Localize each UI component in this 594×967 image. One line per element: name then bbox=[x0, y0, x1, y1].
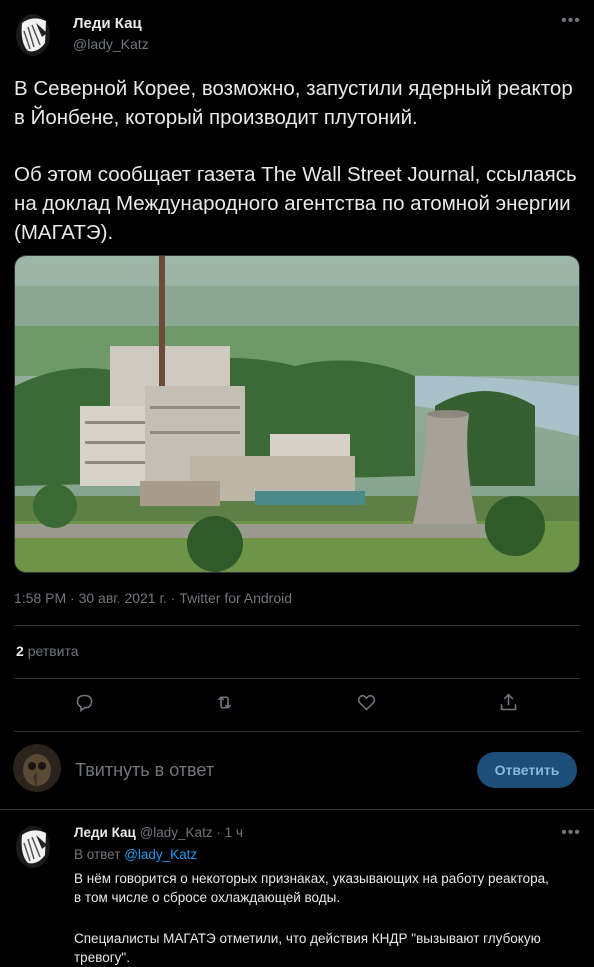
divider bbox=[14, 678, 580, 679]
tweet-paragraph-2: Об этом сообщает газета The Wall Street … bbox=[14, 163, 577, 244]
reply-paragraph-1: В нём говорится о некоторых признаках, у… bbox=[74, 871, 549, 905]
reply-icon[interactable] bbox=[67, 685, 101, 719]
user-avatar[interactable] bbox=[13, 744, 61, 792]
retweet-stats[interactable]: 2 ретвита bbox=[16, 643, 79, 659]
in-reply-to: В ответ @lady_Katz bbox=[74, 847, 197, 862]
reply-time[interactable]: · 1 ч bbox=[216, 825, 243, 840]
reply-author-name[interactable]: Леди Кац bbox=[74, 825, 136, 840]
share-icon[interactable] bbox=[491, 685, 525, 719]
reply-author-handle[interactable]: @lady_Katz bbox=[140, 825, 213, 840]
author-handle[interactable]: @lady_Katz bbox=[73, 36, 149, 52]
more-options-icon[interactable]: ••• bbox=[556, 6, 586, 36]
retweet-icon[interactable] bbox=[207, 685, 241, 719]
divider bbox=[0, 809, 594, 810]
tweet-photo[interactable] bbox=[14, 255, 580, 573]
author-name[interactable]: Леди Кац bbox=[73, 15, 142, 32]
mask-avatar-icon bbox=[16, 14, 50, 56]
in-reply-handle-link[interactable]: @lady_Katz bbox=[124, 847, 197, 862]
plague-doctor-avatar-icon bbox=[13, 744, 61, 792]
retweet-count: 2 bbox=[16, 643, 24, 659]
in-reply-prefix: В ответ bbox=[74, 847, 121, 862]
reply-button[interactable]: Ответить bbox=[477, 752, 577, 788]
like-icon[interactable] bbox=[349, 685, 383, 719]
divider bbox=[14, 731, 580, 732]
tweet-paragraph-1: В Северной Корее, возможно, запустили яд… bbox=[14, 77, 573, 129]
reply-more-options-icon[interactable]: ••• bbox=[556, 818, 586, 848]
reply-input[interactable]: Твитнуть в ответ bbox=[75, 760, 455, 781]
divider bbox=[14, 625, 580, 626]
reply-author-avatar[interactable] bbox=[14, 825, 52, 869]
author-avatar[interactable] bbox=[14, 13, 52, 57]
reactor-photo-image bbox=[15, 256, 579, 572]
reply-paragraph-2: Специалисты МАГАТЭ отметили, что действи… bbox=[74, 931, 541, 965]
retweet-label: ретвита bbox=[27, 643, 79, 659]
reply-header: Леди Кац @lady_Katz · 1 ч bbox=[74, 825, 243, 840]
mask-avatar-icon bbox=[16, 826, 50, 868]
tweet-timestamp[interactable]: 1:58 PM · 30 авг. 2021 г. · Twitter for … bbox=[14, 590, 292, 606]
